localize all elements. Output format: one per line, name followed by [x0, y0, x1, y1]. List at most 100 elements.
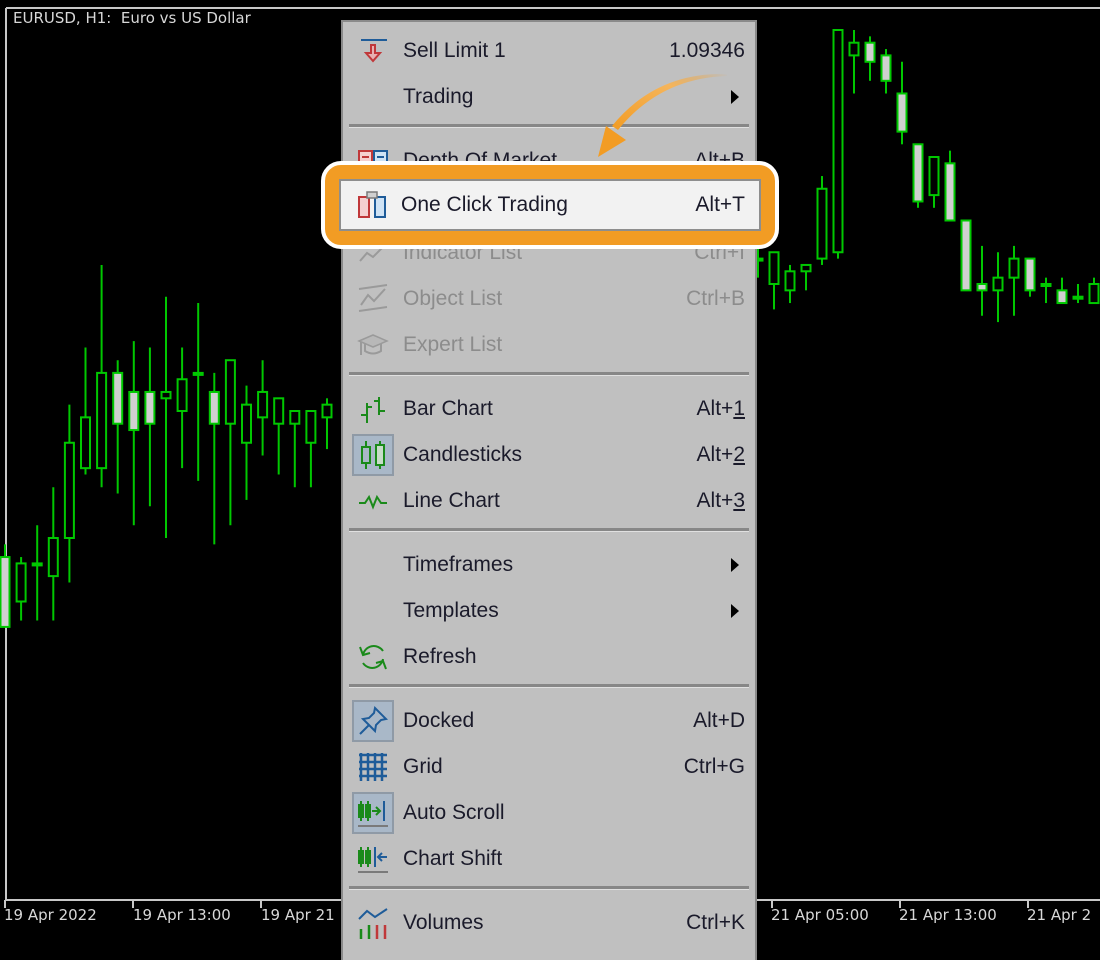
candle-body: [144, 390, 156, 425]
sell-limit-icon: [357, 35, 389, 67]
candle-body: [321, 403, 333, 419]
menu-item-volumes[interactable]: Volumes Ctrl+K: [343, 900, 755, 946]
menu-item-grid[interactable]: Grid Ctrl+G: [343, 744, 755, 790]
candlesticks-icon: [352, 434, 394, 476]
candle-body: [31, 562, 43, 567]
sell-limit-price: 1.09346: [669, 39, 745, 62]
menu-item-timeframes[interactable]: Timeframes: [343, 542, 755, 588]
menu-item-shortcut: Alt+T: [695, 193, 745, 216]
menu-item-label: Volumes: [403, 911, 484, 934]
menu-item-label: Refresh: [403, 645, 477, 668]
menu-item-shortcut: Alt+1: [697, 397, 745, 421]
refresh-icon: [357, 641, 389, 673]
candle-body: [208, 390, 220, 425]
candle-body: [112, 371, 124, 425]
menu-item-trading[interactable]: Trading: [343, 74, 755, 120]
candle-body: [160, 390, 172, 400]
chart-title: EURUSD, H1: Euro vs US Dollar: [13, 9, 251, 27]
menu-separator: [349, 372, 749, 376]
time-axis-label: 21 Apr 13:00: [899, 906, 997, 924]
line-chart-icon: [357, 485, 389, 517]
candle-body: [928, 156, 940, 197]
candle-body: [273, 397, 285, 425]
time-axis-label: 21 Apr 2: [1027, 906, 1092, 924]
candle-body: [0, 556, 11, 628]
menu-item-chart-shift[interactable]: Chart Shift: [343, 836, 755, 882]
menu-item-candlesticks[interactable]: Candlesticks Alt+2: [343, 432, 755, 478]
submenu-arrow-icon: [731, 558, 739, 572]
candle-body: [1072, 295, 1084, 300]
menu-item-label: Grid: [403, 755, 443, 778]
menu-item-shortcut: Ctrl+G: [683, 755, 745, 778]
menu-item-line-chart[interactable]: Line Chart Alt+3: [343, 478, 755, 524]
menu-item-label: Timeframes: [403, 553, 514, 576]
menu-item-label: Sell Limit 1: [403, 39, 506, 62]
menu-item-label: Auto Scroll: [403, 801, 505, 824]
candle-body: [992, 276, 1004, 292]
candle-body: [784, 270, 796, 292]
time-axis-label: 21 Apr 05:00: [771, 906, 869, 924]
candle-body: [960, 219, 972, 292]
candle-body: [944, 162, 956, 222]
menu-item-shortcut: Alt+2: [697, 443, 745, 467]
candle-body: [832, 29, 844, 254]
menu-item-label: Templates: [403, 599, 499, 622]
menu-item-label: Docked: [403, 709, 475, 732]
candle-body: [241, 403, 252, 444]
menu-item-shortcut: Alt+D: [693, 709, 745, 732]
object-list-icon: [357, 283, 389, 315]
docked-pin-icon: [352, 700, 394, 742]
menu-item-one-click-trading[interactable]: One Click Trading Alt+T: [341, 182, 757, 228]
candle-body: [1056, 289, 1068, 305]
shortcut-modifier: Alt+: [696, 489, 734, 512]
shortcut-key: 3: [733, 489, 745, 512]
candle-body: [15, 562, 27, 603]
candle-body: [1008, 257, 1020, 279]
menu-item-expert-list[interactable]: Expert List: [343, 322, 755, 368]
auto-scroll-icon: [352, 792, 394, 834]
candle-body: [128, 390, 140, 432]
time-axis-label: 19 Apr 2022: [4, 906, 97, 924]
menu-item-label: Bar Chart: [403, 397, 493, 420]
menu-separator: [349, 124, 749, 128]
candle-body: [192, 371, 204, 376]
menu-item-label: Object List: [403, 287, 503, 310]
menu-item-label: Line Chart: [403, 489, 500, 512]
time-axis-label: 19 Apr 13:00: [133, 906, 231, 924]
menu-item-label: Expert List: [403, 333, 503, 356]
menu-item-refresh[interactable]: Refresh: [343, 634, 755, 680]
candle-body: [880, 54, 892, 82]
submenu-arrow-icon: [731, 604, 739, 618]
menu-item-label: Candlesticks: [403, 443, 523, 466]
submenu-arrow-icon: [731, 90, 739, 104]
menu-separator: [349, 886, 749, 890]
bar-chart-icon: [357, 393, 389, 425]
menu-item-sell-limit[interactable]: Sell Limit 1 1.09346: [343, 28, 755, 74]
candle-body: [864, 41, 876, 63]
time-axis-label: 19 Apr 21: [261, 906, 335, 924]
candle-body: [1040, 283, 1052, 287]
candle-body: [1088, 283, 1100, 305]
menu-item-docked[interactable]: Docked Alt+D: [343, 698, 755, 744]
menu-item-templates[interactable]: Templates: [343, 588, 755, 634]
menu-item-bar-chart[interactable]: Bar Chart Alt+1: [343, 386, 755, 432]
candle-body: [257, 390, 269, 419]
shortcut-modifier: Alt+: [696, 397, 734, 420]
menu-item-auto-scroll[interactable]: Auto Scroll: [343, 790, 755, 836]
menu-item-shortcut: Ctrl+K: [686, 911, 745, 934]
menu-item-shortcut: Alt+3: [697, 489, 745, 513]
candle-body: [176, 378, 188, 412]
candle-body: [80, 416, 91, 470]
candle-body: [800, 263, 812, 273]
menu-item-object-list[interactable]: Object List Ctrl+B: [343, 276, 755, 322]
candle-body: [47, 537, 59, 578]
menu-item-label: Trading: [403, 85, 474, 108]
candle-body: [976, 283, 988, 292]
expert-list-icon: [357, 329, 389, 361]
menu-separator: [349, 684, 749, 688]
chart-shift-icon: [357, 843, 389, 875]
shortcut-key: 2: [733, 443, 745, 466]
candle-body: [63, 441, 75, 539]
candle-body: [912, 143, 924, 203]
one-click-trading-icon: [357, 189, 389, 221]
